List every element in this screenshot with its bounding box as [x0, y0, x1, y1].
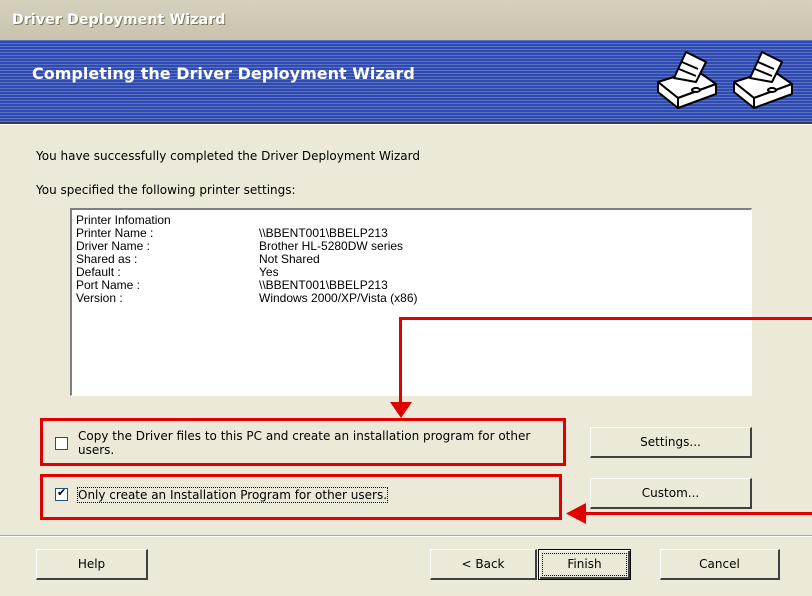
annotation-line-top — [399, 317, 812, 320]
printer-icon — [657, 51, 717, 109]
banner-heading: Completing the Driver Deployment Wizard — [32, 64, 415, 83]
finish-button[interactable]: Finish — [538, 549, 631, 580]
printer-icon — [733, 51, 793, 109]
cancel-button[interactable]: Cancel — [660, 549, 780, 580]
custom-button[interactable]: Custom... — [590, 478, 752, 509]
footer-separator-highlight — [0, 536, 812, 537]
success-message: You have successfully completed the Driv… — [36, 149, 420, 163]
settings-button[interactable]: Settings... — [590, 427, 752, 458]
settings-intro: You specified the following printer sett… — [36, 183, 296, 197]
back-button[interactable]: < Back — [430, 549, 537, 580]
arrow-left-icon — [566, 503, 586, 524]
arrow-down-icon — [390, 402, 412, 418]
banner-divider-highlight — [0, 124, 812, 125]
window-title: Driver Deployment Wizard — [12, 12, 226, 28]
annotation-line-bottom — [580, 512, 812, 515]
title-bar: Driver Deployment Wizard — [0, 0, 812, 40]
annotation-box-copy-driver — [40, 418, 566, 466]
help-button[interactable]: Help — [36, 549, 148, 580]
annotation-line-down — [399, 317, 402, 409]
printer-icons — [657, 51, 793, 109]
annotation-box-only-install — [40, 474, 562, 520]
finish-focus-ring — [542, 553, 627, 576]
wizard-banner: Completing the Driver Deployment Wizard — [0, 40, 812, 122]
version-value: Windows 2000/XP/Vista (x86) — [259, 291, 418, 305]
printer-info-listbox[interactable]: Printer Infomation Printer Name : \\BBEN… — [70, 208, 752, 396]
version-label: Version : — [76, 291, 123, 305]
